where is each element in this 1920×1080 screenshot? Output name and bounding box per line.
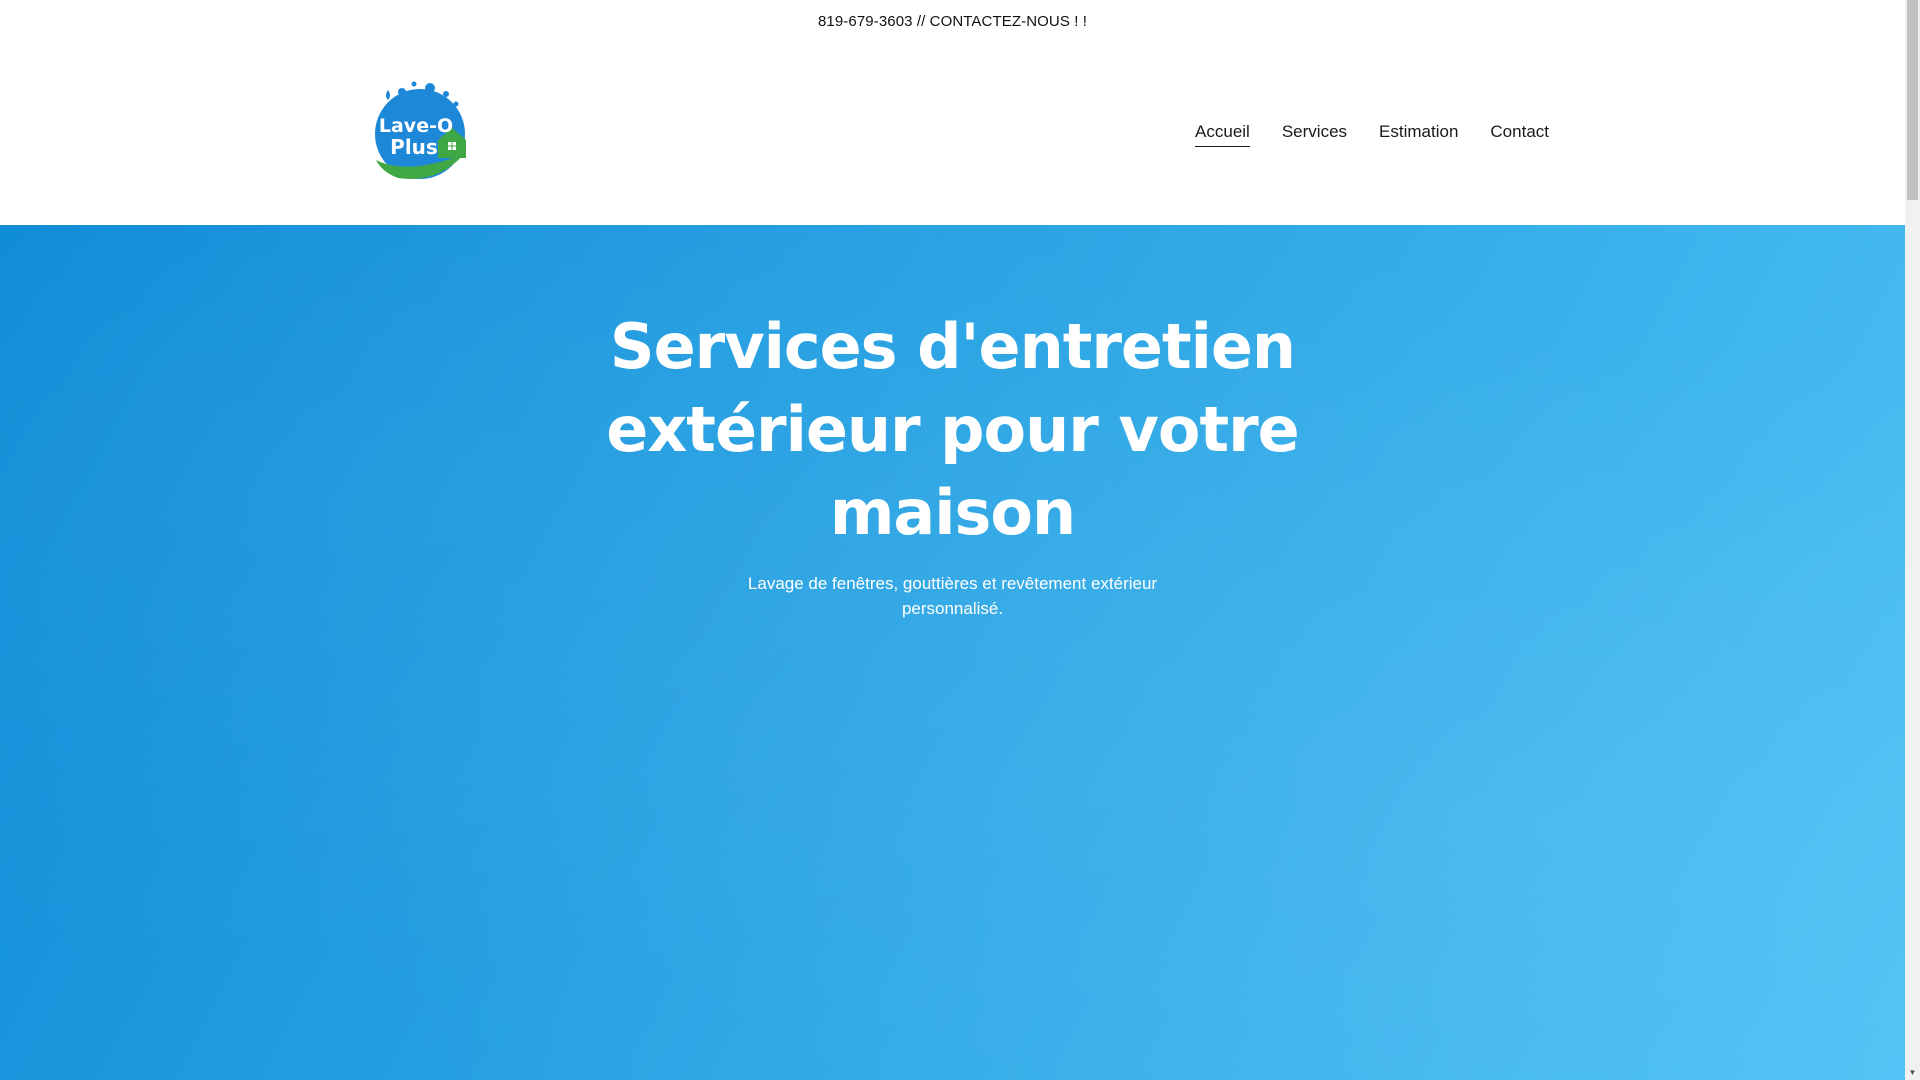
announcement-bar: 819-679-3603 // CONTACTEZ-NOUS ! ! — [0, 0, 1905, 42]
nav-item-estimation[interactable]: Estimation — [1379, 122, 1458, 147]
logo-text-line1: Lave-O — [379, 115, 453, 137]
hero-subtitle: Lavage de fenêtres, gouttières et revête… — [0, 571, 1905, 621]
hero-section: Services d'entretien extérieur pour votr… — [0, 225, 1905, 1080]
site-header: Lave-O Plus Accueil Services Estimation … — [0, 42, 1905, 225]
nav-item-contact[interactable]: Contact — [1490, 122, 1549, 147]
hero-title-line: maison — [829, 476, 1076, 549]
lave-o-plus-logo-icon: Lave-O Plus — [373, 81, 467, 181]
vertical-scrollbar[interactable]: ▼ — [1905, 0, 1920, 1080]
hero-title-line: extérieur pour votre — [606, 393, 1299, 466]
main-nav: Accueil Services Estimation Contact — [1195, 122, 1549, 147]
nav-item-services[interactable]: Services — [1282, 122, 1347, 147]
hero-title: Services d'entretien extérieur pour votr… — [0, 305, 1905, 554]
page: 819-679-3603 // CONTACTEZ-NOUS ! ! Lave-… — [0, 0, 1920, 1080]
nav-item-accueil[interactable]: Accueil — [1195, 122, 1250, 147]
logo[interactable]: Lave-O Plus — [368, 80, 472, 184]
hero-subtitle-line: personnalisé. — [901, 599, 1004, 618]
hero-subtitle-line: Lavage de fenêtres, gouttières et revête… — [747, 574, 1158, 593]
hero-title-line: Services d'entretien — [609, 310, 1296, 383]
announcement-text[interactable]: 819-679-3603 // CONTACTEZ-NOUS ! ! — [818, 13, 1087, 30]
chevron-down-icon[interactable]: ▼ — [1905, 1065, 1920, 1080]
logo-text-line2: Plus — [390, 135, 438, 159]
scrollbar-thumb[interactable] — [1907, 0, 1918, 200]
viewport: 819-679-3603 // CONTACTEZ-NOUS ! ! Lave-… — [0, 0, 1905, 1080]
